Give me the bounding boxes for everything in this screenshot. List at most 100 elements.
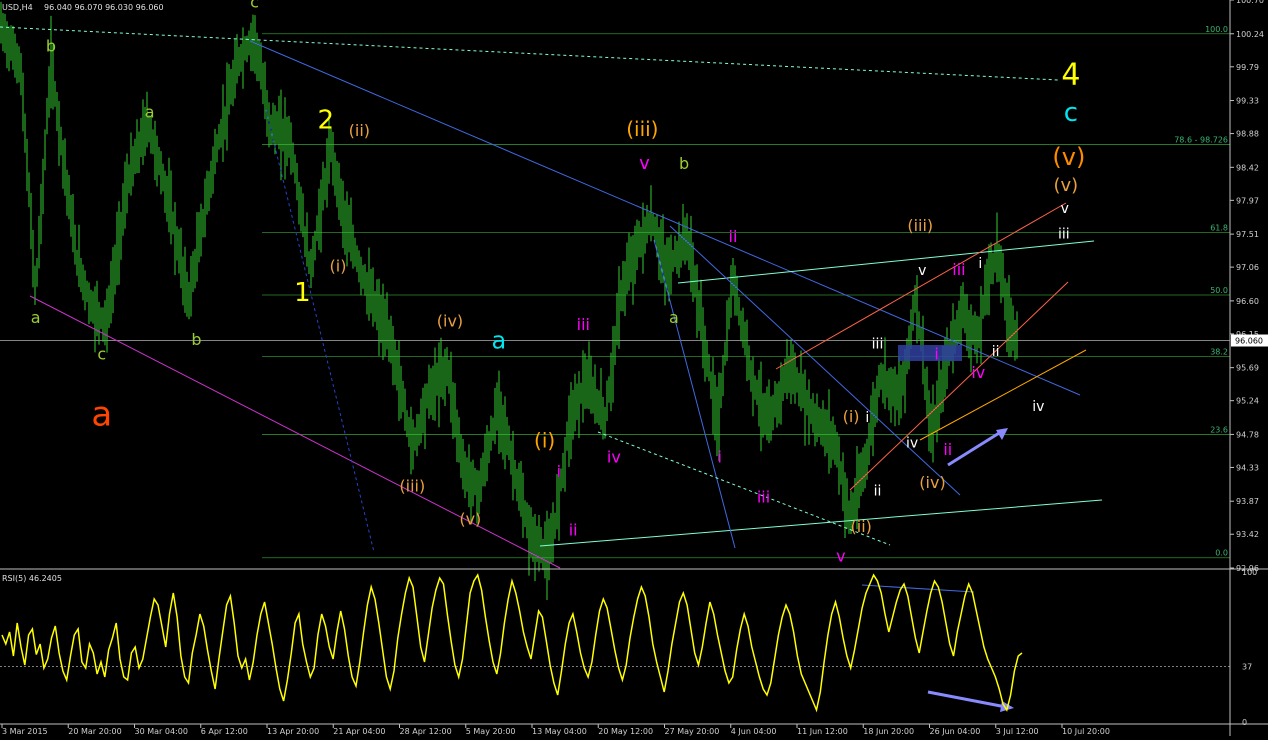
wave-label: (iv) [437,312,463,331]
wave-label: (v) [1052,143,1085,171]
time-tick-label: 13 Apr 20:00 [267,727,319,736]
wave-label: iv [1032,399,1044,415]
fib-level-label: 78.6 - 98.726 [1174,136,1228,145]
wave-label: i [865,410,869,426]
price-tick-label: 93.87 [1236,497,1259,506]
wave-label: ii [729,227,738,246]
fib-level-label: 100.0 [1205,25,1228,34]
fib-level-label: 0.0 [1215,549,1228,558]
wave-label: iv [607,447,621,466]
wave-label: v [918,263,926,279]
wave-label: b [191,330,201,349]
wave-label: ii [943,440,952,459]
symbol-header: USD,H4 [2,3,33,12]
wave-label: (iii) [907,216,933,235]
price-tick-label: 97.97 [1236,196,1259,205]
fib-level-label: 61.8 [1210,224,1228,233]
wave-label: (iii) [626,117,658,141]
wave-label: c [97,345,106,364]
time-tick-label: 6 Apr 12:00 [201,727,248,736]
wave-label: 2 [317,105,334,135]
price-tick-label: 94.78 [1236,430,1259,439]
wave-label: v [639,153,650,174]
fib-level-label: 38.2 [1210,348,1228,357]
time-tick-label: 3 Jul 12:00 [996,727,1039,736]
rsi-tick-label: 0 [1242,718,1247,727]
time-tick-label: 20 May 12:00 [598,727,653,736]
quote-header: 96.040 96.070 96.030 96.060 [44,3,164,12]
price-tick-label: 96.60 [1236,297,1259,306]
price-tick-label: 99.79 [1236,63,1259,72]
price-tick-label: 95.69 [1236,364,1259,373]
price-tick-label: 97.51 [1236,230,1259,239]
wave-label: i [978,256,982,272]
wave-label: iii [952,260,965,279]
rsi-tick-label: 100 [1242,568,1257,577]
price-tick-label: 97.06 [1236,263,1259,272]
wave-label: (iii) [399,477,425,496]
time-tick-label: 26 Jun 04:00 [930,727,981,736]
price-tick-label: 94.33 [1236,463,1259,472]
time-tick-label: 20 Mar 20:00 [68,727,121,736]
wave-label: iii [757,488,770,507]
wave-label: b [679,154,689,173]
chart-container: 100.0 78.6 - 98.726 61.8 50.0 38.2 23.6 0.0 c b… [0,0,1268,736]
time-tick-label: 18 Jun 20:00 [863,727,914,736]
wave-label: c [250,0,259,11]
highlight-zone [898,345,962,361]
wave-label: iv [971,363,985,382]
wave-label: c [1064,98,1078,128]
wave-label: (i) [843,407,860,426]
wave-label: ii [569,521,578,540]
wave-label: iii [577,315,590,334]
fib-level-label: 23.6 [1210,425,1228,434]
time-tick-label: 30 Mar 04:00 [135,727,188,736]
wave-label: a [145,102,155,121]
wave-label: ii [874,483,882,499]
time-tick-label: 11 Jun 12:00 [797,727,848,736]
wave-label: a [31,308,41,327]
wave-label: i [557,462,561,481]
wave-label: iv [906,436,918,452]
wave-label: i [934,345,938,364]
price-tick-label: 98.88 [1236,130,1259,139]
wave-label: b [46,36,56,55]
time-tick-label: 5 May 20:00 [466,727,516,736]
price-tick-label: 100.24 [1236,30,1264,39]
rsi-tick-label: 37 [1242,663,1252,672]
wave-label: v [1061,201,1069,217]
price-tick-label: 95.24 [1236,397,1259,406]
price-tick-label: 99.33 [1236,97,1259,106]
time-tick-label: 13 May 04:00 [532,727,587,736]
wave-label: (ii) [349,121,370,140]
wave-label: 4 [1061,57,1080,92]
wave-label: (v) [459,510,481,529]
wave-label: a [91,395,112,435]
wave-label: (v) [1053,175,1078,196]
rsi-header: RSI(5) 46.2405 [2,574,62,583]
wave-label: a [491,327,506,355]
time-tick-label: 21 Apr 04:00 [333,727,385,736]
fib-level-label: 50.0 [1210,286,1228,295]
wave-label: i [717,447,721,466]
wave-label: ii [992,344,1000,360]
wave-label: (iv) [919,473,945,492]
price-tick-label: 98.42 [1236,163,1259,172]
time-tick-label: 3 Mar 2015 [2,727,48,736]
price-tick-label: 93.42 [1236,530,1259,539]
current-price-label: 96.060 [1235,337,1263,346]
chart-svg: 100.0 78.6 - 98.726 61.8 50.0 38.2 23.6 0.0 c b… [0,0,1268,736]
time-tick-label: 28 Apr 12:00 [400,727,452,736]
wave-label: iii [1058,227,1070,243]
wave-label: a [669,308,679,327]
wave-label: (i) [534,429,555,453]
time-tick-label: 27 May 20:00 [665,727,720,736]
wave-label: (i) [330,257,347,276]
wave-label: v [836,546,845,565]
time-tick-label: 4 Jun 04:00 [731,727,777,736]
wave-label: 1 [294,278,311,308]
wave-label: (ii) [851,517,872,536]
time-tick-label: 10 Jul 20:00 [1062,727,1110,736]
price-tick-label: 100.70 [1236,0,1264,5]
wave-label: iii [872,337,884,353]
